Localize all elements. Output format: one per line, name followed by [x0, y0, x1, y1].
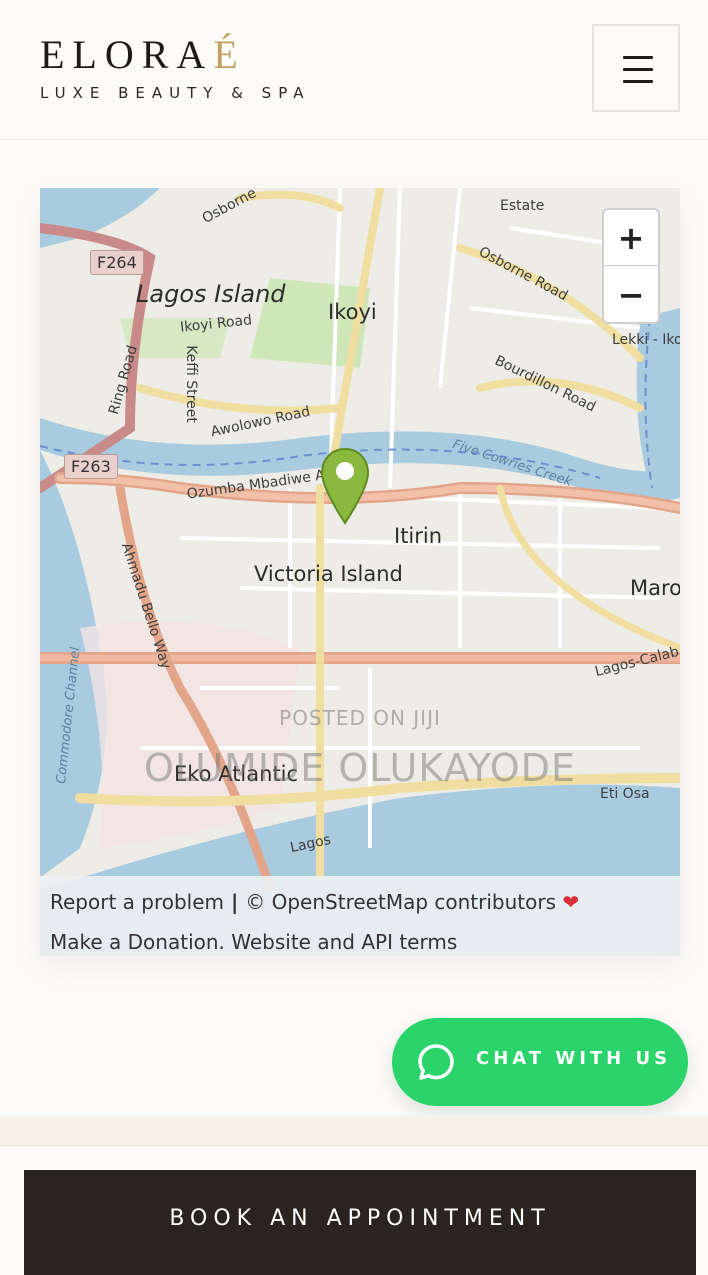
terms-link[interactable]: Website and API terms: [225, 930, 457, 954]
section-divider-band: [0, 1116, 708, 1146]
map-label-lekki: Lekki - Iko: [612, 332, 680, 348]
report-problem-link[interactable]: Report a problem: [50, 890, 224, 914]
book-appointment-button[interactable]: BOOK AN APPOINTMENT: [24, 1170, 696, 1275]
brand-tagline: LUXE BEAUTY & SPA: [40, 84, 311, 102]
map-label-estate: Estate: [500, 198, 545, 214]
osm-contributors-link[interactable]: © OpenStreetMap contributors: [245, 890, 556, 914]
zoom-out-button[interactable]: −: [604, 267, 658, 322]
route-shield-f263: F263: [64, 454, 118, 479]
zoom-in-button[interactable]: +: [604, 210, 658, 266]
map-zoom-control: + −: [602, 208, 660, 324]
map-label-victoria-island: Victoria Island: [254, 562, 403, 586]
brand-name-accent: É: [213, 32, 246, 77]
brand-logo[interactable]: ELORAÉ LUXE BEAUTY & SPA: [40, 34, 311, 103]
donation-link[interactable]: Make a Donation.: [50, 930, 225, 954]
menu-button[interactable]: [592, 24, 680, 112]
attribution-separator: |: [224, 890, 246, 914]
map-label-itirin: Itirin: [394, 524, 443, 548]
brand-name: ELORAÉ: [40, 34, 311, 76]
attribution-line-1: Report a problem | © OpenStreetMap contr…: [50, 882, 670, 922]
route-shield-f264: F264: [90, 250, 144, 275]
location-pin-icon[interactable]: [320, 447, 370, 527]
brand-name-main: ELORA: [40, 32, 214, 77]
map-label-maroko: Maro: [630, 576, 680, 600]
map-attribution: Report a problem | © OpenStreetMap contr…: [40, 876, 680, 956]
location-map[interactable]: Lagos Island Ikoyi Victoria Island Itiri…: [40, 188, 680, 956]
whatsapp-chat-icon: [418, 1044, 454, 1080]
map-label-lagos-island: Lagos Island: [136, 280, 286, 308]
map-label-keffi-street: Keffi Street: [182, 345, 199, 423]
chat-with-us-button[interactable]: CHAT WITH US: [392, 1018, 688, 1106]
heart-icon: ❤: [562, 890, 580, 914]
attribution-line-2: Make a Donation. Website and API terms: [50, 922, 670, 956]
chat-button-label: CHAT WITH US: [476, 1048, 672, 1069]
watermark-author: OLUMIDE OLUKAYODE: [144, 746, 576, 790]
watermark-posted-on: POSTED ON JIJI: [279, 706, 441, 730]
book-appointment-label: BOOK AN APPOINTMENT: [169, 1206, 551, 1231]
map-label-ikoyi: Ikoyi: [328, 300, 377, 324]
site-header: ELORAÉ LUXE BEAUTY & SPA: [0, 0, 708, 140]
